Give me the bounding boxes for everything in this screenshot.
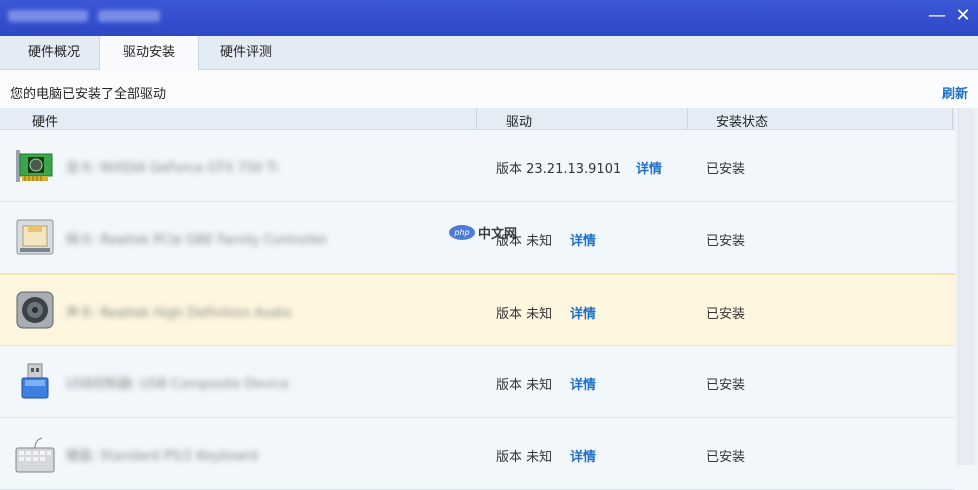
hardware-name: 键盘: Standard PS/2 Keyboard xyxy=(66,449,258,464)
watermark-text: 中文网 xyxy=(478,227,518,242)
driver-version: 版本 未知 xyxy=(496,307,553,322)
hardware-name: 显卡: NVIDIA GeForce GTX 750 Ti xyxy=(66,161,278,176)
refresh-link[interactable]: 刷新 xyxy=(942,83,968,102)
network-adapter-icon xyxy=(14,216,56,258)
speaker-icon xyxy=(14,289,56,331)
table-row[interactable]: USB控制器: USB Composite Device 版本 未知 详情 已安… xyxy=(0,346,955,418)
hardware-name: 声卡: Realtek High Definition Audio xyxy=(66,306,292,321)
install-state: 已安装 xyxy=(706,234,746,249)
install-state: 已安装 xyxy=(706,378,746,393)
details-link[interactable]: 详情 xyxy=(570,303,596,322)
watermark-logo: php xyxy=(449,225,475,240)
close-button[interactable]: ✕ xyxy=(950,3,976,29)
tab-driver-install[interactable]: 驱动安装 xyxy=(99,36,199,71)
hardware-name: USB控制器: USB Composite Device xyxy=(66,377,289,392)
install-state: 已安装 xyxy=(706,307,746,322)
site-watermark: php 中文网 xyxy=(449,223,517,242)
driver-version: 版本 未知 xyxy=(496,450,553,465)
details-link[interactable]: 详情 xyxy=(570,374,596,393)
status-message: 您的电脑已安装了全部驱动 xyxy=(10,87,167,102)
status-bar: 您的电脑已安装了全部驱动 刷新 xyxy=(0,70,978,108)
details-link[interactable]: 详情 xyxy=(636,158,662,177)
column-header-driver[interactable]: 驱动 xyxy=(506,111,532,130)
keyboard-icon xyxy=(14,432,56,474)
table-row[interactable]: 显卡: NVIDIA GeForce GTX 750 Ti 版本 23.21.1… xyxy=(0,130,955,202)
usb-icon xyxy=(14,360,56,402)
table-row[interactable]: 声卡: Realtek High Definition Audio 版本 未知 … xyxy=(0,274,955,346)
column-divider xyxy=(687,108,688,130)
minimize-button[interactable]: — xyxy=(924,3,950,29)
app-title-blurred xyxy=(8,10,88,22)
driver-version: 版本 未知 xyxy=(496,378,553,393)
install-state: 已安装 xyxy=(706,162,746,177)
driver-version: 版本 23.21.13.9101 xyxy=(496,162,622,177)
tab-hardware-overview[interactable]: 硬件概况 xyxy=(0,36,108,70)
install-state: 已安装 xyxy=(706,450,746,465)
window-title-blurred xyxy=(98,10,160,22)
graphics-card-icon xyxy=(14,144,56,186)
hardware-name: 网卡: Realtek PCIe GBE Family Controller xyxy=(66,233,328,248)
column-divider xyxy=(952,108,953,130)
details-link[interactable]: 详情 xyxy=(570,446,596,465)
table-row[interactable]: 键盘: Standard PS/2 Keyboard 版本 未知 详情 已安装 xyxy=(0,418,955,490)
tab-bar: 硬件概况 驱动安装 硬件评测 xyxy=(0,36,978,71)
title-bar: — ✕ xyxy=(0,0,978,36)
table-header: 硬件 驱动 安装状态 xyxy=(0,108,955,130)
column-divider xyxy=(476,108,477,130)
tab-hardware-benchmark[interactable]: 硬件评测 xyxy=(197,36,295,70)
column-header-install-status[interactable]: 安装状态 xyxy=(716,111,768,130)
scrollbar-thumb[interactable] xyxy=(958,108,974,465)
details-link[interactable]: 详情 xyxy=(570,230,596,249)
column-header-hardware[interactable]: 硬件 xyxy=(32,111,58,130)
